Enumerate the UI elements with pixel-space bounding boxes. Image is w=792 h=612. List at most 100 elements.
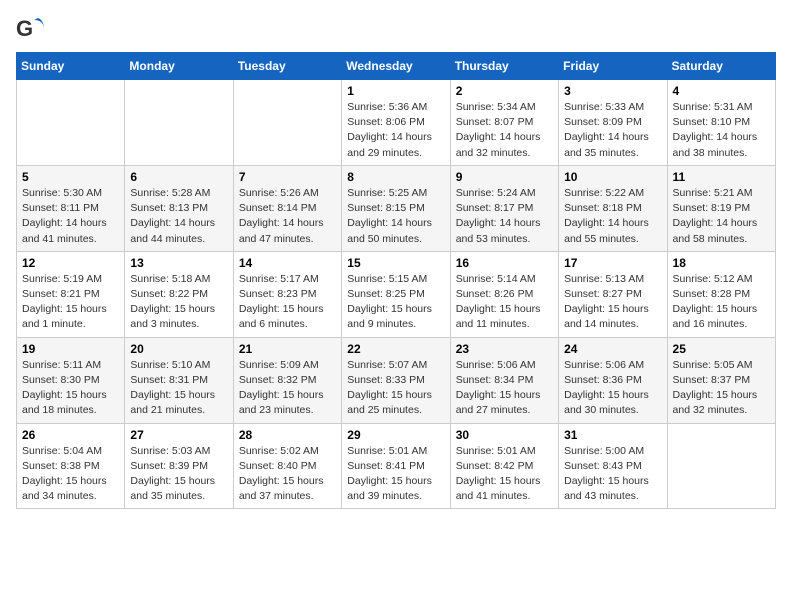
day-info: Sunrise: 5:13 AM Sunset: 8:27 PM Dayligh… bbox=[564, 272, 661, 333]
calendar-cell: 5 Sunrise: 5:30 AM Sunset: 8:11 PM Daylig… bbox=[17, 165, 125, 251]
day-info: Sunrise: 5:03 AM Sunset: 8:39 PM Dayligh… bbox=[130, 444, 227, 505]
page-header: G bbox=[16, 16, 776, 44]
calendar-week-row: 26 Sunrise: 5:04 AM Sunset: 8:38 PM Dayli… bbox=[17, 423, 776, 509]
calendar-cell: 2 Sunrise: 5:34 AM Sunset: 8:07 PM Daylig… bbox=[450, 80, 558, 166]
calendar-week-row: 12 Sunrise: 5:19 AM Sunset: 8:21 PM Dayli… bbox=[17, 251, 776, 337]
day-number: 25 bbox=[673, 342, 770, 356]
calendar-cell: 23 Sunrise: 5:06 AM Sunset: 8:34 PM Dayli… bbox=[450, 337, 558, 423]
day-info: Sunrise: 5:17 AM Sunset: 8:23 PM Dayligh… bbox=[239, 272, 336, 333]
calendar-header: SundayMondayTuesdayWednesdayThursdayFrid… bbox=[17, 53, 776, 80]
calendar-cell: 30 Sunrise: 5:01 AM Sunset: 8:42 PM Dayli… bbox=[450, 423, 558, 509]
day-number: 3 bbox=[564, 84, 661, 98]
day-number: 30 bbox=[456, 428, 553, 442]
calendar-cell: 26 Sunrise: 5:04 AM Sunset: 8:38 PM Dayli… bbox=[17, 423, 125, 509]
day-number: 7 bbox=[239, 170, 336, 184]
calendar-cell: 29 Sunrise: 5:01 AM Sunset: 8:41 PM Dayli… bbox=[342, 423, 450, 509]
day-number: 12 bbox=[22, 256, 119, 270]
day-number: 23 bbox=[456, 342, 553, 356]
day-number: 2 bbox=[456, 84, 553, 98]
calendar-cell: 15 Sunrise: 5:15 AM Sunset: 8:25 PM Dayli… bbox=[342, 251, 450, 337]
day-number: 20 bbox=[130, 342, 227, 356]
calendar-cell: 6 Sunrise: 5:28 AM Sunset: 8:13 PM Daylig… bbox=[125, 165, 233, 251]
logo: G bbox=[16, 16, 48, 44]
day-number: 11 bbox=[673, 170, 770, 184]
day-number: 15 bbox=[347, 256, 444, 270]
day-info: Sunrise: 5:10 AM Sunset: 8:31 PM Dayligh… bbox=[130, 358, 227, 419]
day-info: Sunrise: 5:28 AM Sunset: 8:13 PM Dayligh… bbox=[130, 186, 227, 247]
day-info: Sunrise: 5:33 AM Sunset: 8:09 PM Dayligh… bbox=[564, 100, 661, 161]
calendar-cell: 1 Sunrise: 5:36 AM Sunset: 8:06 PM Daylig… bbox=[342, 80, 450, 166]
calendar-cell: 14 Sunrise: 5:17 AM Sunset: 8:23 PM Dayli… bbox=[233, 251, 341, 337]
logo-icon: G bbox=[16, 16, 44, 44]
calendar-week-row: 19Sunrise: 5:11 AM Sunset: 8:30 PM Dayli… bbox=[17, 337, 776, 423]
calendar-cell: 27Sunrise: 5:03 AM Sunset: 8:39 PM Dayli… bbox=[125, 423, 233, 509]
day-info: Sunrise: 5:18 AM Sunset: 8:22 PM Dayligh… bbox=[130, 272, 227, 333]
calendar-cell bbox=[125, 80, 233, 166]
day-info: Sunrise: 5:26 AM Sunset: 8:14 PM Dayligh… bbox=[239, 186, 336, 247]
calendar-cell: 17 Sunrise: 5:13 AM Sunset: 8:27 PM Dayli… bbox=[559, 251, 667, 337]
day-number: 29 bbox=[347, 428, 444, 442]
calendar-cell: 28 Sunrise: 5:02 AM Sunset: 8:40 PM Dayli… bbox=[233, 423, 341, 509]
day-info: Sunrise: 5:06 AM Sunset: 8:34 PM Dayligh… bbox=[456, 358, 553, 419]
day-number: 5 bbox=[22, 170, 119, 184]
weekday-header: Saturday bbox=[667, 53, 775, 80]
day-number: 6 bbox=[130, 170, 227, 184]
day-number: 14 bbox=[239, 256, 336, 270]
day-info: Sunrise: 5:05 AM Sunset: 8:37 PM Dayligh… bbox=[673, 358, 770, 419]
day-info: Sunrise: 5:06 AM Sunset: 8:36 PM Dayligh… bbox=[564, 358, 661, 419]
calendar-cell: 21Sunrise: 5:09 AM Sunset: 8:32 PM Dayli… bbox=[233, 337, 341, 423]
day-info: Sunrise: 5:07 AM Sunset: 8:33 PM Dayligh… bbox=[347, 358, 444, 419]
day-info: Sunrise: 5:30 AM Sunset: 8:11 PM Dayligh… bbox=[22, 186, 119, 247]
calendar-cell: 4Sunrise: 5:31 AM Sunset: 8:10 PM Daylig… bbox=[667, 80, 775, 166]
day-info: Sunrise: 5:21 AM Sunset: 8:19 PM Dayligh… bbox=[673, 186, 770, 247]
day-info: Sunrise: 5:01 AM Sunset: 8:42 PM Dayligh… bbox=[456, 444, 553, 505]
day-number: 13 bbox=[130, 256, 227, 270]
calendar-cell: 25 Sunrise: 5:05 AM Sunset: 8:37 PM Dayli… bbox=[667, 337, 775, 423]
calendar-cell: 9 Sunrise: 5:24 AM Sunset: 8:17 PM Daylig… bbox=[450, 165, 558, 251]
weekday-row: SundayMondayTuesdayWednesdayThursdayFrid… bbox=[17, 53, 776, 80]
weekday-header: Tuesday bbox=[233, 53, 341, 80]
weekday-header: Monday bbox=[125, 53, 233, 80]
calendar-cell bbox=[667, 423, 775, 509]
day-info: Sunrise: 5:01 AM Sunset: 8:41 PM Dayligh… bbox=[347, 444, 444, 505]
day-info: Sunrise: 5:25 AM Sunset: 8:15 PM Dayligh… bbox=[347, 186, 444, 247]
day-info: Sunrise: 5:00 AM Sunset: 8:43 PM Dayligh… bbox=[564, 444, 661, 505]
day-info: Sunrise: 5:36 AM Sunset: 8:06 PM Dayligh… bbox=[347, 100, 444, 161]
day-number: 17 bbox=[564, 256, 661, 270]
svg-text:G: G bbox=[16, 16, 33, 41]
calendar-cell: 11 Sunrise: 5:21 AM Sunset: 8:19 PM Dayli… bbox=[667, 165, 775, 251]
day-info: Sunrise: 5:31 AM Sunset: 8:10 PM Dayligh… bbox=[673, 100, 770, 161]
calendar-body: 1 Sunrise: 5:36 AM Sunset: 8:06 PM Daylig… bbox=[17, 80, 776, 509]
day-info: Sunrise: 5:24 AM Sunset: 8:17 PM Dayligh… bbox=[456, 186, 553, 247]
day-info: Sunrise: 5:15 AM Sunset: 8:25 PM Dayligh… bbox=[347, 272, 444, 333]
weekday-header: Friday bbox=[559, 53, 667, 80]
day-info: Sunrise: 5:14 AM Sunset: 8:26 PM Dayligh… bbox=[456, 272, 553, 333]
day-number: 16 bbox=[456, 256, 553, 270]
day-info: Sunrise: 5:11 AM Sunset: 8:30 PM Dayligh… bbox=[22, 358, 119, 419]
calendar-cell: 10Sunrise: 5:22 AM Sunset: 8:18 PM Dayli… bbox=[559, 165, 667, 251]
day-number: 24 bbox=[564, 342, 661, 356]
calendar-cell: 20 Sunrise: 5:10 AM Sunset: 8:31 PM Dayli… bbox=[125, 337, 233, 423]
calendar-week-row: 5 Sunrise: 5:30 AM Sunset: 8:11 PM Daylig… bbox=[17, 165, 776, 251]
day-number: 9 bbox=[456, 170, 553, 184]
day-info: Sunrise: 5:04 AM Sunset: 8:38 PM Dayligh… bbox=[22, 444, 119, 505]
day-info: Sunrise: 5:02 AM Sunset: 8:40 PM Dayligh… bbox=[239, 444, 336, 505]
calendar-week-row: 1 Sunrise: 5:36 AM Sunset: 8:06 PM Daylig… bbox=[17, 80, 776, 166]
calendar-cell: 22Sunrise: 5:07 AM Sunset: 8:33 PM Dayli… bbox=[342, 337, 450, 423]
day-info: Sunrise: 5:12 AM Sunset: 8:28 PM Dayligh… bbox=[673, 272, 770, 333]
day-number: 26 bbox=[22, 428, 119, 442]
day-info: Sunrise: 5:34 AM Sunset: 8:07 PM Dayligh… bbox=[456, 100, 553, 161]
calendar-cell: 8Sunrise: 5:25 AM Sunset: 8:15 PM Daylig… bbox=[342, 165, 450, 251]
day-number: 1 bbox=[347, 84, 444, 98]
calendar-cell: 16 Sunrise: 5:14 AM Sunset: 8:26 PM Dayli… bbox=[450, 251, 558, 337]
day-number: 28 bbox=[239, 428, 336, 442]
calendar-cell: 18Sunrise: 5:12 AM Sunset: 8:28 PM Dayli… bbox=[667, 251, 775, 337]
calendar-cell: 24 Sunrise: 5:06 AM Sunset: 8:36 PM Dayli… bbox=[559, 337, 667, 423]
calendar-cell bbox=[17, 80, 125, 166]
day-info: Sunrise: 5:19 AM Sunset: 8:21 PM Dayligh… bbox=[22, 272, 119, 333]
calendar-table: SundayMondayTuesdayWednesdayThursdayFrid… bbox=[16, 52, 776, 509]
day-number: 31 bbox=[564, 428, 661, 442]
day-number: 10 bbox=[564, 170, 661, 184]
calendar-cell: 13 Sunrise: 5:18 AM Sunset: 8:22 PM Dayli… bbox=[125, 251, 233, 337]
day-info: Sunrise: 5:09 AM Sunset: 8:32 PM Dayligh… bbox=[239, 358, 336, 419]
